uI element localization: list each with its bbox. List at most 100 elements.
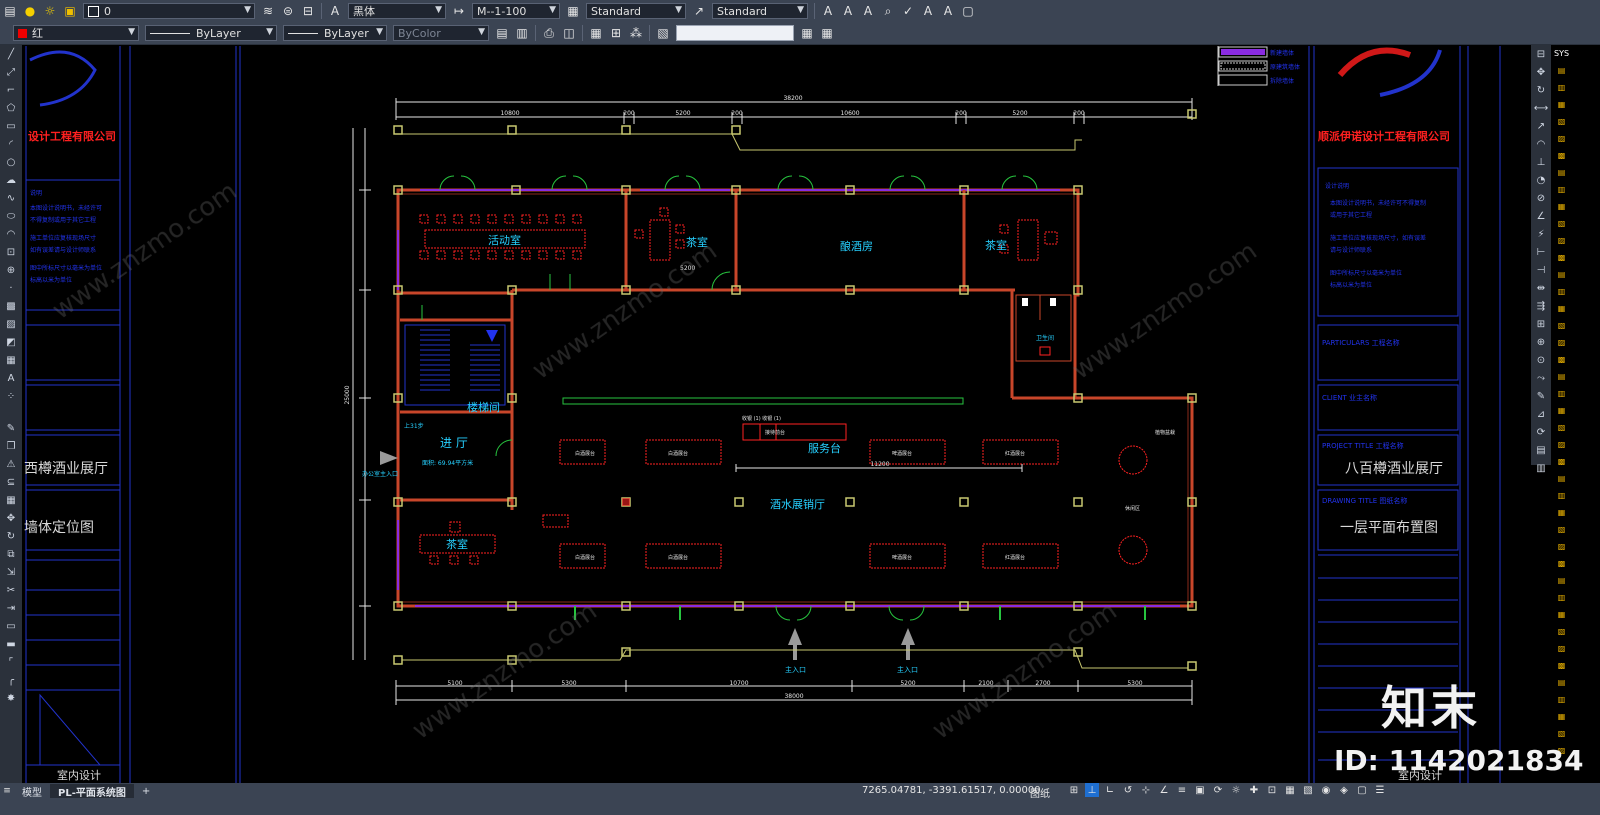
revcloud-icon[interactable]: ☁: [4, 173, 18, 187]
fillet-icon[interactable]: ╭: [4, 673, 18, 687]
preview-icon[interactable]: ◫: [561, 25, 577, 41]
custom-tool-23-icon[interactable]: ▧: [1556, 422, 1567, 433]
tolerance-icon[interactable]: ⊞: [1534, 317, 1548, 331]
angular-icon[interactable]: ∠: [1534, 209, 1548, 223]
text-style-icon[interactable]: A: [327, 3, 343, 19]
circle-icon[interactable]: ○: [4, 155, 18, 169]
otrack-toggle-icon[interactable]: ∠: [1157, 783, 1171, 797]
properties-icon[interactable]: ▧: [655, 25, 671, 41]
multileader-style-dropdown[interactable]: Standard ▼: [712, 3, 808, 19]
custom-tool-30-icon[interactable]: ▨: [1556, 541, 1567, 552]
mtext-tool-icon[interactable]: A: [4, 371, 18, 385]
custom-tool-37-icon[interactable]: ▩: [1556, 660, 1567, 671]
osnap-toggle-icon[interactable]: ⊹: [1139, 783, 1153, 797]
offset-icon[interactable]: ⊆: [4, 475, 18, 489]
paper-space-toggle[interactable]: 图纸: [1030, 785, 1050, 800]
spline-icon[interactable]: ∿: [4, 191, 18, 205]
block-icon[interactable]: ⊞: [608, 25, 624, 41]
dim-style-icon[interactable]: ↦: [451, 3, 467, 19]
custom-tool-38-icon[interactable]: ▤: [1556, 677, 1567, 688]
erase-icon[interactable]: ✎: [4, 421, 18, 435]
custom-tool-4-icon[interactable]: ▦: [1556, 99, 1567, 110]
text-edit-icon[interactable]: A: [860, 3, 876, 19]
make-block-icon[interactable]: ⊕: [4, 263, 18, 277]
custom-tool-34-icon[interactable]: ▦: [1556, 609, 1567, 620]
custom-tool-13-icon[interactable]: ▩: [1556, 252, 1567, 263]
dim-override-icon[interactable]: ▥: [1534, 461, 1548, 475]
stretch-icon[interactable]: ⇲: [4, 565, 18, 579]
insert-block-icon[interactable]: ⊡: [4, 245, 18, 259]
custom-tool-5-icon[interactable]: ▧: [1556, 116, 1567, 127]
custom-tool-10-icon[interactable]: ▦: [1556, 201, 1567, 212]
quick-dim-icon[interactable]: ⚡: [1534, 227, 1548, 241]
array-icon[interactable]: ▦: [4, 493, 18, 507]
customize-icon[interactable]: ☰: [1373, 783, 1387, 797]
rectangle-icon[interactable]: ▭: [4, 119, 18, 133]
diameter-icon[interactable]: ⊘: [1534, 191, 1548, 205]
grid-icon[interactable]: ▦: [588, 25, 604, 41]
custom-tool-41-icon[interactable]: ▧: [1556, 728, 1567, 739]
tab-layout[interactable]: PL-平面系统图: [50, 784, 134, 799]
custom-tool-25-icon[interactable]: ▩: [1556, 456, 1567, 467]
publish-icon[interactable]: ▥: [514, 25, 530, 41]
custom-tool-8-icon[interactable]: ▤: [1556, 167, 1567, 178]
layer-properties-icon[interactable]: ▤: [2, 3, 18, 19]
custom-tool-3-icon[interactable]: ▥: [1556, 82, 1567, 93]
custom-tool-36-icon[interactable]: ▨: [1556, 643, 1567, 654]
units-icon[interactable]: ⊡: [1265, 783, 1279, 797]
hardware-accel-icon[interactable]: ◈: [1337, 783, 1351, 797]
custom-tool-6-icon[interactable]: ▨: [1556, 133, 1567, 144]
gradient-icon[interactable]: ▨: [4, 317, 18, 331]
layer-match-icon[interactable]: ⊜: [280, 3, 296, 19]
custom-tool-27-icon[interactable]: ▥: [1556, 490, 1567, 501]
dim-text-edit-icon[interactable]: ⊿: [1534, 407, 1548, 421]
break-dim-icon[interactable]: ⇶: [1534, 299, 1548, 313]
copy-icon[interactable]: ❐: [4, 439, 18, 453]
custom-tool-7-icon[interactable]: ▩: [1556, 150, 1567, 161]
snap-toggle-icon[interactable]: ⊥: [1085, 783, 1099, 797]
quick-properties-icon[interactable]: ▦: [1283, 783, 1297, 797]
break-icon[interactable]: ▭: [4, 619, 18, 633]
aligned-dim-icon[interactable]: ↗: [1534, 119, 1548, 133]
custom-tool-9-icon[interactable]: ▥: [1556, 184, 1567, 195]
text-icon[interactable]: A: [820, 3, 836, 19]
join-icon[interactable]: ▬: [4, 637, 18, 651]
plot-icon[interactable]: ▤: [494, 25, 510, 41]
custom-tool-20-icon[interactable]: ▤: [1556, 371, 1567, 382]
explode-icon[interactable]: ✸: [4, 691, 18, 705]
arc-icon[interactable]: ◜: [4, 137, 18, 151]
dim-style-tool-icon[interactable]: ▤: [1534, 443, 1548, 457]
trim-icon[interactable]: ✂: [4, 583, 18, 597]
center-mark-icon[interactable]: ⊕: [1534, 335, 1548, 349]
bulb-icon[interactable]: ●: [22, 3, 38, 19]
lock-icon[interactable]: ▣: [62, 3, 78, 19]
lineweight-dropdown[interactable]: ByLayer ▼: [283, 25, 387, 41]
ellipse-arc-icon[interactable]: ◠: [4, 227, 18, 241]
dimension-icon[interactable]: ⟷: [1534, 101, 1548, 115]
ellipse-icon[interactable]: ⬭: [4, 209, 18, 223]
multileader-style-icon[interactable]: ↗: [691, 3, 707, 19]
polygon-icon[interactable]: ⬠: [4, 101, 18, 115]
layer-dropdown[interactable]: 0 ▼: [83, 3, 255, 19]
tool-palette-icon[interactable]: ▦: [819, 25, 835, 41]
transparency-toggle-icon[interactable]: ▣: [1193, 783, 1207, 797]
lock-ui-icon[interactable]: ▧: [1301, 783, 1315, 797]
move-icon[interactable]: ✥: [1534, 65, 1548, 79]
radius-icon[interactable]: ◔: [1534, 173, 1548, 187]
custom-tool-18-icon[interactable]: ▨: [1556, 337, 1567, 348]
grid-toggle-icon[interactable]: ⊞: [1067, 783, 1081, 797]
rotate-icon[interactable]: ↻: [1534, 83, 1548, 97]
find-icon[interactable]: ⌕: [880, 3, 896, 19]
custom-tool-21-icon[interactable]: ▥: [1556, 388, 1567, 399]
ortho-toggle-icon[interactable]: ∟: [1103, 783, 1117, 797]
baseline-icon[interactable]: ⊢: [1534, 245, 1548, 259]
custom-tool-19-icon[interactable]: ▩: [1556, 354, 1567, 365]
add-selected-icon[interactable]: ⁘: [4, 389, 18, 403]
custom-tool-24-icon[interactable]: ▨: [1556, 439, 1567, 450]
custom-tool-26-icon[interactable]: ▤: [1556, 473, 1567, 484]
custom-tool-11-icon[interactable]: ▧: [1556, 218, 1567, 229]
drawing-canvas[interactable]: 设计工程有限公司 说明 本图设计说明书，未经许可 不得复制或用于其它工程 施工单…: [22, 45, 1531, 783]
print-icon[interactable]: ⎙: [541, 25, 557, 41]
custom-tool-40-icon[interactable]: ▦: [1556, 711, 1567, 722]
custom-tool-14-icon[interactable]: ▤: [1556, 269, 1567, 280]
